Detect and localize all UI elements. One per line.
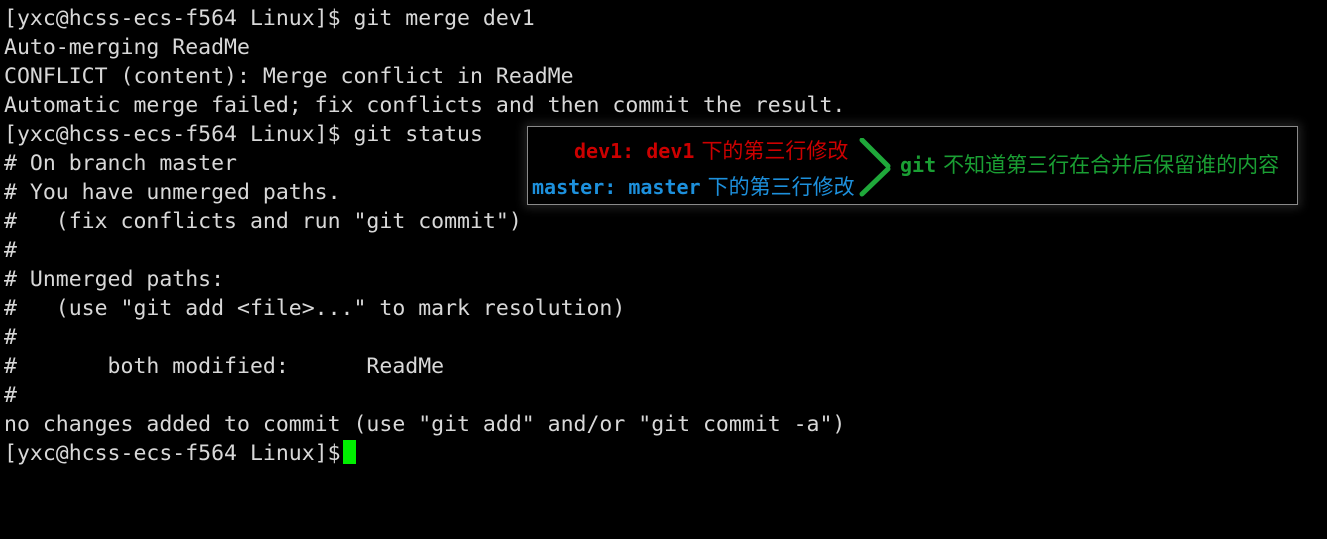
annotation-master-text: 下的第三行修改 <box>707 175 855 199</box>
terminal-line: # <box>4 325 17 350</box>
terminal-line: # (fix conflicts and run "git commit") <box>4 209 522 234</box>
shell-prompt: [yxc@hcss-ecs-f564 Linux]$ <box>4 441 341 466</box>
terminal-line: # Unmerged paths: <box>4 267 225 292</box>
annotation-dev1-row: dev1: dev1 下的第三行修改 <box>574 139 848 163</box>
brace-icon <box>859 138 891 197</box>
terminal-line: # both modified: ReadMe <box>4 354 445 379</box>
terminal-line: Automatic merge failed; fix conflicts an… <box>4 93 846 118</box>
terminal-line: # (use "git add <file>..." to mark resol… <box>4 296 626 321</box>
annotation-master-label: master: <box>532 175 617 199</box>
terminal-window[interactable]: [yxc@hcss-ecs-f564 Linux]$ git merge dev… <box>0 0 1327 539</box>
terminal-line: # <box>4 383 17 408</box>
terminal-line: Auto-merging ReadMe <box>4 35 250 60</box>
annotation-git-row: git 不知道第三行在合并后保留谁的内容 <box>900 153 1279 177</box>
annotation-master-row: master: master 下的第三行修改 <box>532 175 855 199</box>
text-cursor <box>342 440 356 464</box>
terminal-line: [yxc@hcss-ecs-f564 Linux]$ git merge dev… <box>4 6 535 31</box>
annotation-callout-box: dev1: dev1 下的第三行修改 master: master 下的第三行修改 … <box>527 126 1298 205</box>
terminal-line: CONFLICT (content): Merge conflict in Re… <box>4 64 574 89</box>
annotation-git-text: 不知道第三行在合并后保留谁的内容 <box>943 153 1280 177</box>
terminal-line: no changes added to commit (use "git add… <box>4 412 846 437</box>
annotation-dev1-text: 下的第三行修改 <box>701 139 849 163</box>
annotation-dev1-label: dev1: <box>574 139 635 163</box>
annotation-master-value: master <box>628 175 701 199</box>
annotation-git-label: git <box>900 153 937 177</box>
terminal-line: # <box>4 238 17 263</box>
terminal-prompt-line[interactable]: [yxc@hcss-ecs-f564 Linux]$ <box>2 439 1327 468</box>
annotation-dev1-value: dev1 <box>646 139 695 163</box>
